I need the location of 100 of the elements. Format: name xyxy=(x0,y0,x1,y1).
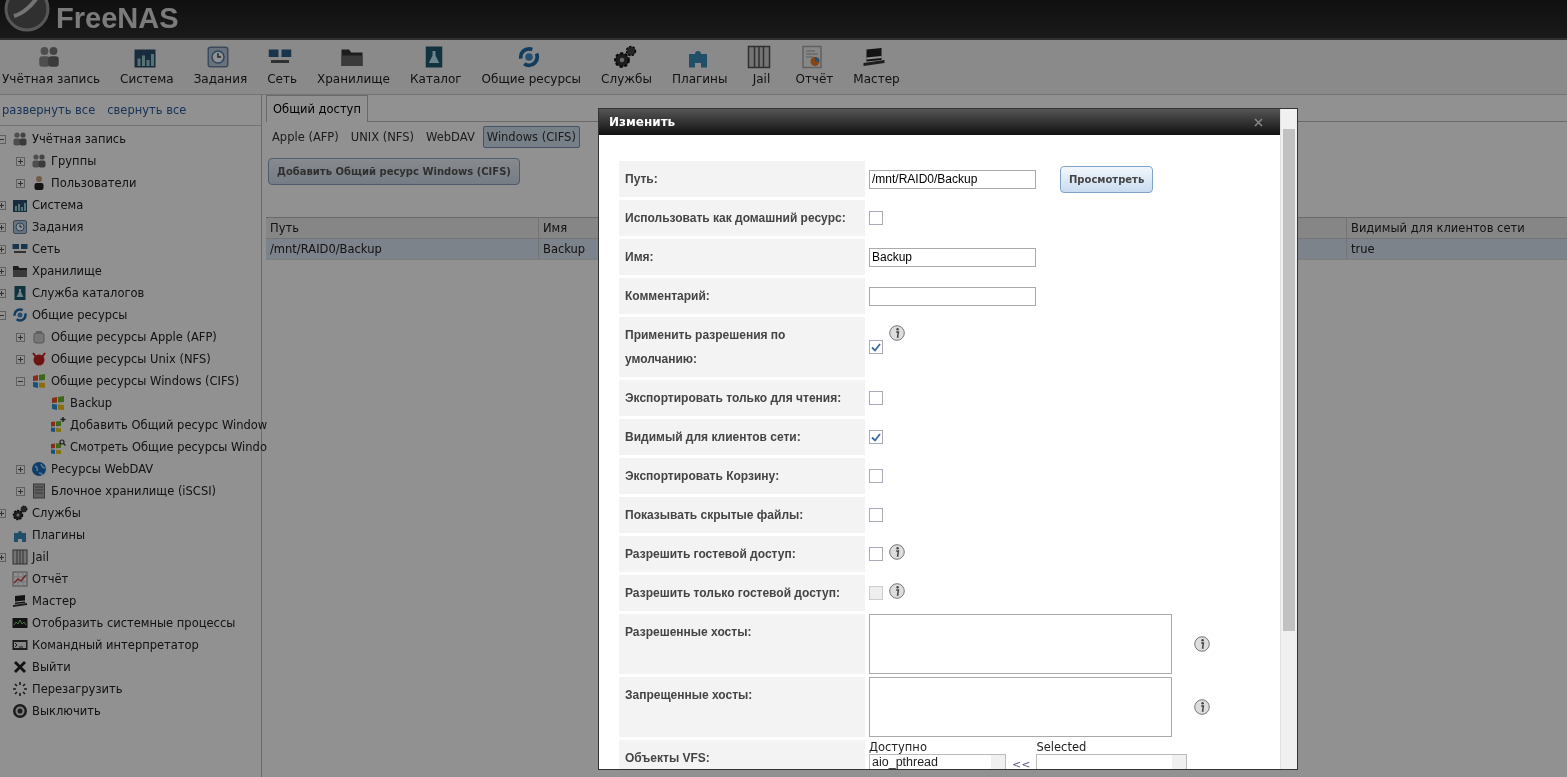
tree-item[interactable]: Службы xyxy=(32,506,81,520)
tree-item[interactable]: Пользователи xyxy=(51,176,137,190)
tree-item[interactable]: Смотреть Общие ресурсы Windo xyxy=(70,440,267,454)
toolbar-button[interactable]: Система xyxy=(110,45,184,86)
column-header[interactable]: Путь xyxy=(266,218,538,238)
info-icon[interactable] xyxy=(1194,699,1210,715)
tree-item[interactable]: Перезагрузить xyxy=(32,682,123,696)
expand-toggle[interactable] xyxy=(0,244,6,254)
users-icon xyxy=(12,131,28,147)
expand-toggle[interactable] xyxy=(16,156,25,166)
checkbox[interactable] xyxy=(869,508,883,522)
globe-icon xyxy=(31,461,47,477)
toolbar-button[interactable]: Сеть xyxy=(257,45,307,86)
field-label: Показывать скрытые файлы: xyxy=(619,497,865,533)
field-label: Видимый для клиентов сети: xyxy=(619,419,865,455)
tree-item[interactable]: Общие ресурсы Unix (NFS) xyxy=(51,352,211,366)
toolbar-button[interactable]: Мастер xyxy=(843,45,910,86)
tree-item[interactable]: Блочное хранилище (iSCSI) xyxy=(51,484,217,498)
subtab[interactable]: Apple (AFP) xyxy=(268,126,343,148)
subtab[interactable]: UNIX (NFS) xyxy=(346,126,419,148)
tree-item[interactable]: Группы xyxy=(51,154,97,168)
expand-toggle[interactable] xyxy=(0,222,6,232)
tree-item[interactable]: Общие ресурсы xyxy=(32,308,128,322)
collapse-toggle[interactable] xyxy=(16,376,25,386)
expand-toggle[interactable] xyxy=(0,200,6,210)
field-label: Применить разрешения по умолчанию: xyxy=(619,317,865,377)
tree-item[interactable]: Jail xyxy=(32,550,49,564)
tree-item[interactable]: Плагины xyxy=(32,528,86,542)
move-link[interactable]: << xyxy=(1012,758,1031,769)
folder-icon xyxy=(12,263,28,279)
tree-item[interactable]: Backup xyxy=(70,396,113,410)
tree-item[interactable]: Добавить Общий ресурс Window xyxy=(70,418,268,432)
tree-item[interactable]: Служба каталогов xyxy=(32,286,145,300)
toolbar-button[interactable]: Учётная запись xyxy=(0,45,111,86)
text-field[interactable]: Backup xyxy=(869,247,1036,267)
tree-item[interactable]: Выключить xyxy=(32,704,101,718)
tree-item[interactable]: Задания xyxy=(32,220,84,234)
toolbar-button[interactable]: Общие ресурсы xyxy=(471,45,592,86)
tab[interactable]: Общий доступ xyxy=(266,95,368,122)
list-item[interactable]: aio_pthread xyxy=(872,755,987,769)
power-icon xyxy=(12,703,28,719)
checkbox[interactable] xyxy=(869,391,883,405)
tree-item[interactable]: Ресурсы WebDAV xyxy=(51,462,154,476)
tree-item[interactable]: Общие ресурсы Windows (CIFS) xyxy=(51,374,240,388)
field-label: Экспортировать только для чтения: xyxy=(619,380,865,416)
expand-all-link[interactable]: развернуть все xyxy=(2,103,96,117)
checkbox[interactable] xyxy=(869,211,883,225)
tree-item[interactable]: Командный интерпретатор xyxy=(32,638,199,652)
expand-toggle[interactable] xyxy=(16,354,25,364)
text-field[interactable]: /mnt/RAID0/Backup xyxy=(869,169,1036,189)
checkbox[interactable] xyxy=(869,340,883,354)
expand-toggle[interactable] xyxy=(16,332,25,342)
expand-toggle[interactable] xyxy=(0,266,6,276)
tree-item[interactable]: Общие ресурсы Apple (AFP) xyxy=(51,330,217,344)
toolbar-button[interactable]: Отчёт xyxy=(785,45,844,86)
collapse-all-link[interactable]: свернуть все xyxy=(107,103,187,117)
text-area[interactable] xyxy=(869,614,1172,674)
tree-item[interactable]: Отчёт xyxy=(32,572,69,586)
toolbar-button[interactable]: Службы xyxy=(591,45,662,86)
tree-item[interactable]: Отобразить системные процессы xyxy=(32,616,236,630)
spinner-icon xyxy=(12,681,28,697)
text-field[interactable] xyxy=(869,286,1036,306)
expand-toggle[interactable] xyxy=(16,178,25,188)
collapse-toggle[interactable] xyxy=(0,310,6,320)
column-header[interactable]: Видимый для клиентов сети xyxy=(1346,218,1567,238)
expand-toggle[interactable] xyxy=(0,508,6,518)
expand-toggle[interactable] xyxy=(0,288,6,298)
scrollbar[interactable] xyxy=(1280,109,1297,769)
bars-icon xyxy=(747,45,772,69)
tree-item[interactable]: Хранилище xyxy=(32,264,102,278)
browse-button[interactable]: Просмотреть xyxy=(1060,165,1154,193)
list-box[interactable]: aio_pthread xyxy=(869,754,1006,769)
close-icon[interactable] xyxy=(1254,117,1263,127)
info-icon[interactable] xyxy=(889,544,905,560)
toolbar-button[interactable]: Хранилище xyxy=(307,45,400,86)
tree-item[interactable]: Мастер xyxy=(32,594,77,608)
field-label: Путь: xyxy=(619,161,865,197)
text-area[interactable] xyxy=(869,677,1172,737)
expand-toggle[interactable] xyxy=(16,486,25,496)
drive-icon xyxy=(31,329,47,345)
toolbar-button[interactable]: Jail xyxy=(737,45,786,86)
tree-item[interactable]: Система xyxy=(32,198,84,212)
checkbox[interactable] xyxy=(869,547,883,561)
expand-toggle[interactable] xyxy=(16,464,25,474)
info-icon[interactable] xyxy=(889,325,905,341)
collapse-toggle[interactable] xyxy=(0,134,6,144)
info-icon[interactable] xyxy=(1194,636,1210,652)
expand-toggle[interactable] xyxy=(0,552,6,562)
line-chart-icon xyxy=(12,571,28,587)
tree-item[interactable]: Выйти xyxy=(32,660,71,674)
tree-item[interactable]: Сеть xyxy=(32,242,61,256)
toolbar-button[interactable]: Плагины xyxy=(661,45,738,86)
tree-item[interactable]: Учётная запись xyxy=(32,132,126,146)
toolbar-button[interactable]: Каталог xyxy=(400,45,472,86)
checkbox[interactable] xyxy=(869,469,883,483)
add-share-button[interactable]: Добавить Общий ресурс Windows (CIFS) xyxy=(268,158,520,185)
subtab[interactable]: Windows (CIFS) xyxy=(482,126,580,148)
checkbox[interactable] xyxy=(869,430,883,444)
toolbar-button[interactable]: Задания xyxy=(183,45,258,86)
subtab[interactable]: WebDAV xyxy=(422,126,479,148)
